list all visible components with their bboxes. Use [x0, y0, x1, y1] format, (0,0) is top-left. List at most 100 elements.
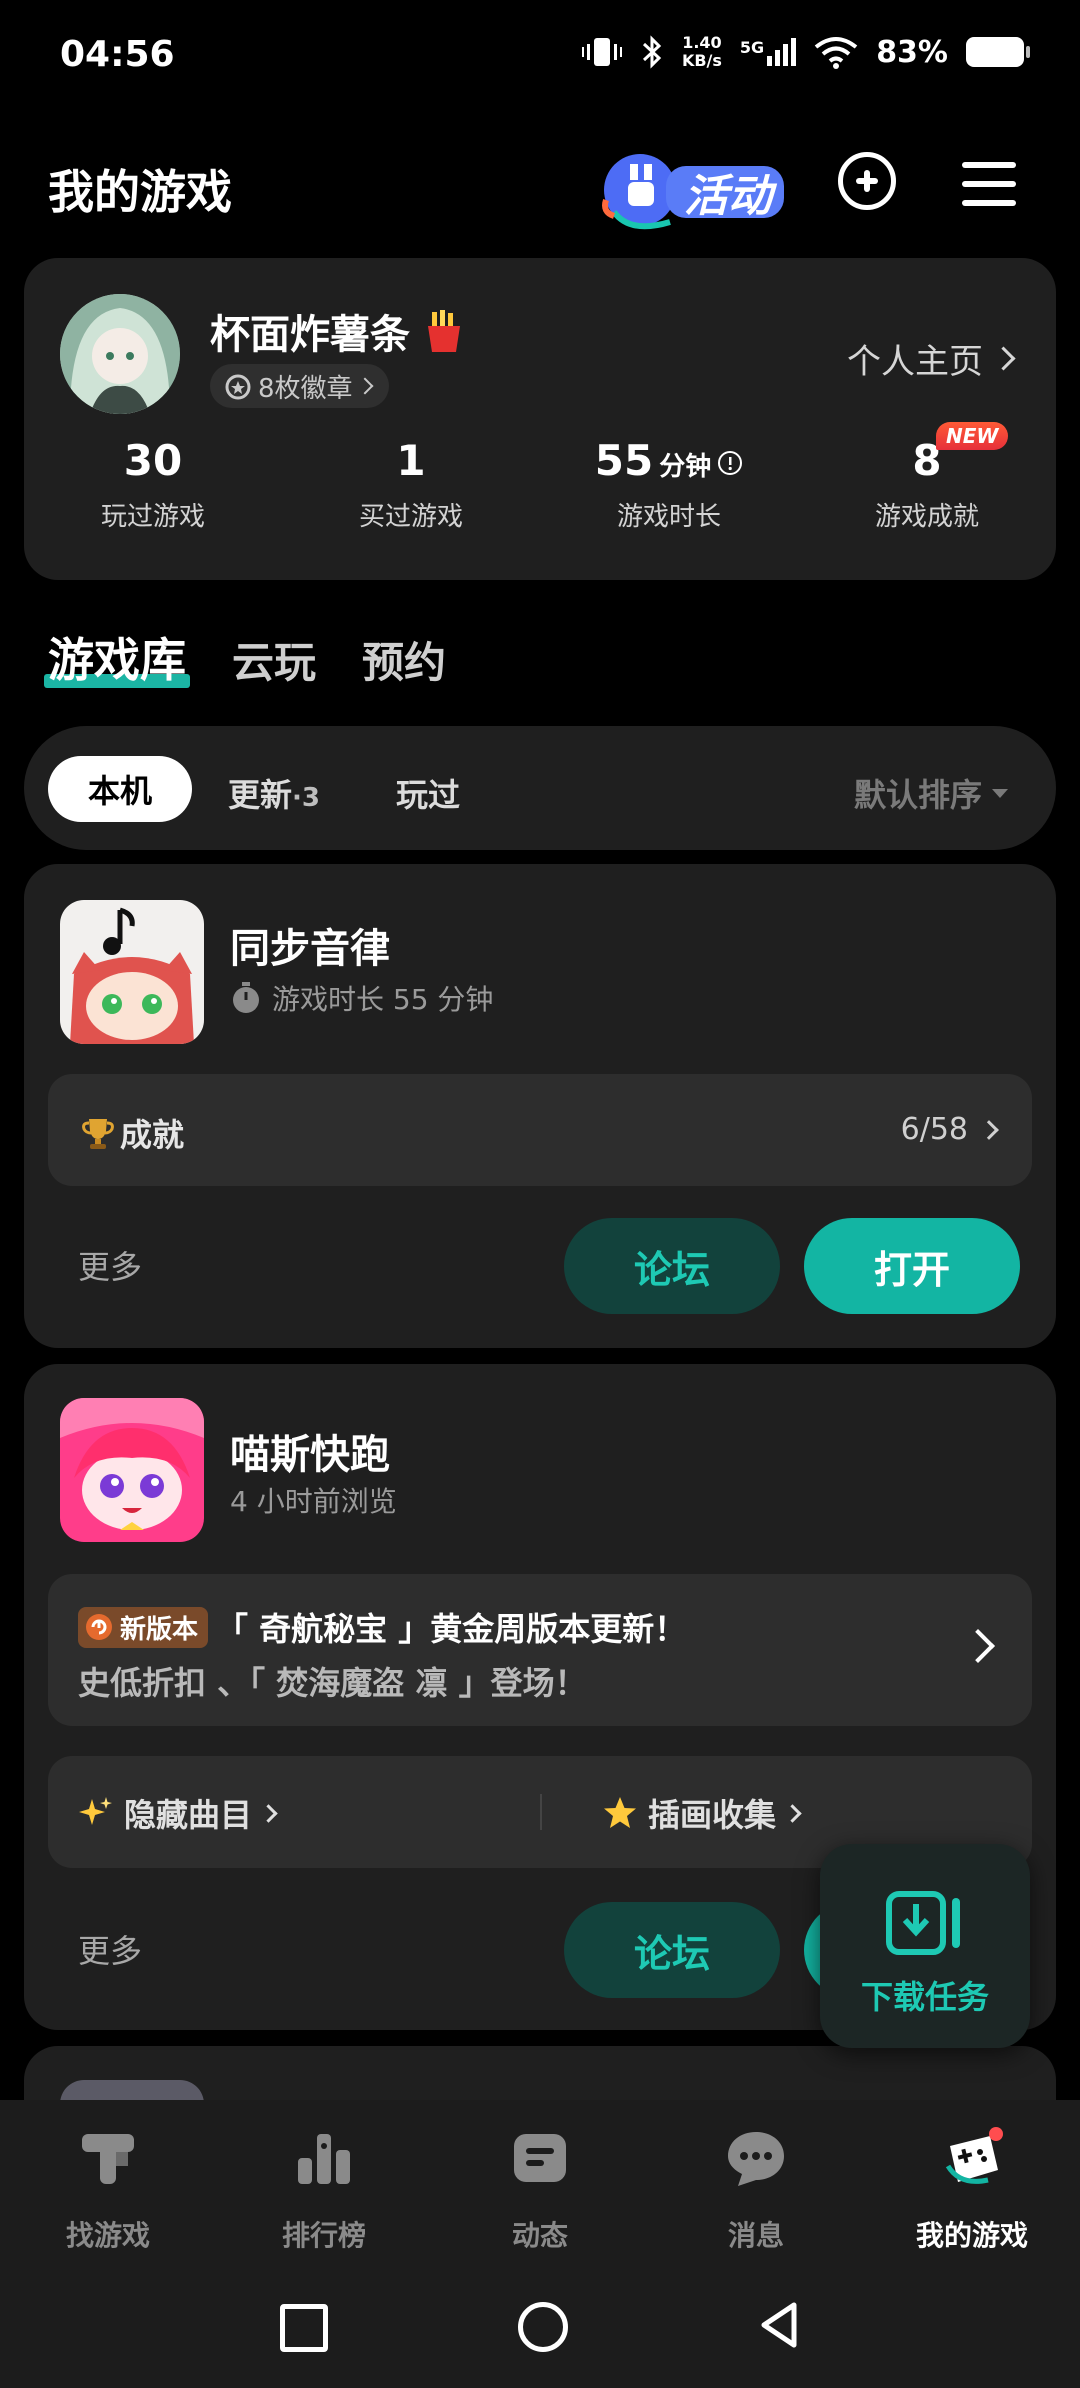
tab-reservations[interactable]: 预约	[362, 629, 446, 690]
illustration-collection-label: 插画收集	[648, 1796, 777, 1834]
game-cover-icon	[60, 900, 204, 1044]
more-button[interactable]: 更多	[78, 1242, 142, 1288]
game-icon[interactable]	[60, 900, 204, 1044]
stat-label: 游戏成就	[874, 502, 979, 532]
forum-button[interactable]: 论坛	[564, 1902, 780, 1998]
back-icon[interactable]	[756, 2300, 802, 2350]
stat-play-time[interactable]: 55 分钟 游戏时长	[540, 436, 798, 556]
stat-value: 55	[594, 436, 654, 485]
download-icon	[886, 1891, 960, 1955]
home-icon[interactable]	[518, 2302, 568, 2352]
battery-percent: 83%	[876, 34, 948, 70]
nav-feed[interactable]: 动态	[432, 2100, 648, 2270]
badges-button[interactable]: 8枚徽章	[210, 364, 389, 408]
status-bar: 04:56 1.40 KB/s 5G 83%	[0, 0, 1080, 110]
stat-games-bought[interactable]: 1 买过游戏	[282, 436, 540, 556]
game-playtime: 游戏时长 55 分钟	[230, 978, 493, 1018]
stat-label: 玩过游戏	[100, 502, 205, 532]
avatar[interactable]	[60, 294, 180, 414]
update-title-row: 新版本 「 奇航秘宝 」黄金周版本更新！	[78, 1604, 686, 1650]
nav-label: 消息	[727, 2219, 784, 2252]
sparkles-icon	[79, 1797, 112, 1825]
download-tasks-button[interactable]: 下载任务	[820, 1844, 1030, 2048]
chevron-right-icon	[783, 1803, 802, 1823]
achievement-label: 成就	[80, 1110, 184, 1156]
divider	[540, 1794, 542, 1830]
status-icons: 1.40 KB/s 5G 83%	[581, 34, 1030, 70]
menu-icon[interactable]	[962, 162, 1016, 206]
refresh-icon	[86, 1614, 112, 1640]
stat-achievements[interactable]: 8 NEW 游戏成就	[798, 422, 1056, 556]
update-title: 「 奇航秘宝 」黄金周版本更新！	[216, 1610, 687, 1648]
forum-button[interactable]: 论坛	[564, 1218, 780, 1314]
nav-find-games[interactable]: 找游戏	[0, 2100, 216, 2270]
game-title: 同步音律	[230, 926, 390, 972]
filter-local[interactable]: 本机	[48, 756, 192, 822]
game-card: 同步音律 游戏时长 55 分钟 成就 6/58 更多 论坛 打开	[24, 864, 1056, 1348]
star-icon	[604, 1797, 636, 1828]
nav-label: 动态	[511, 2219, 568, 2252]
caret-down-icon	[992, 788, 1008, 798]
homepage-label: 个人主页	[847, 342, 983, 382]
new-tag: NEW	[936, 422, 1009, 450]
update-banner[interactable]: 新版本 「 奇航秘宝 」黄金周版本更新！ 史低折扣 、「 焚海魔盗 凛 」登场！	[48, 1574, 1032, 1726]
stat-value: 1	[396, 436, 426, 485]
update-count: ·3	[292, 783, 320, 813]
badges-label: 8枚徽章	[258, 373, 353, 404]
download-tasks-label: 下载任务	[860, 1978, 989, 2016]
open-button[interactable]: 打开	[804, 1218, 1020, 1314]
username: 杯面炸薯条	[210, 302, 464, 360]
message-icon	[728, 2132, 784, 2186]
nav-label: 我的游戏	[915, 2219, 1028, 2252]
username-text: 杯面炸薯条	[210, 312, 410, 358]
tab-library[interactable]: 游戏库	[44, 624, 190, 690]
system-nav-bar	[0, 2270, 1080, 2388]
net-speed-value: 1.40	[682, 33, 722, 52]
chevron-right-icon	[979, 1119, 999, 1140]
event-label: 活动	[684, 171, 772, 222]
add-icon[interactable]	[838, 152, 896, 210]
recents-icon[interactable]	[280, 2304, 328, 2352]
game-icon[interactable]	[60, 1398, 204, 1542]
new-version-tag: 新版本	[78, 1606, 209, 1648]
game-title: 喵斯快跑	[230, 1432, 390, 1478]
medal-icon	[225, 374, 251, 400]
fries-icon	[427, 310, 460, 352]
playtime-text: 游戏时长 55 分钟	[272, 983, 494, 1016]
stat-label: 游戏时长	[616, 502, 721, 532]
battery-icon	[966, 37, 1030, 67]
stat-unit: 分钟	[659, 452, 712, 482]
more-button[interactable]: 更多	[78, 1926, 142, 1972]
network-type: 5G	[739, 38, 765, 57]
nav-rankings[interactable]: 排行榜	[216, 2100, 432, 2270]
chevron-right-icon	[991, 346, 1016, 371]
stat-games-played[interactable]: 30 玩过游戏	[24, 436, 282, 556]
update-desc: 史低折扣 、「 焚海魔盗 凛 」登场！	[78, 1664, 587, 1702]
chevron-right-icon	[356, 377, 374, 395]
event-button[interactable]: 活动	[600, 142, 790, 234]
vibrate-icon	[581, 38, 622, 66]
achievement-progress: 6/58	[900, 1112, 999, 1147]
sort-dropdown[interactable]: 默认排序	[854, 770, 1008, 816]
chevron-right-icon	[961, 1629, 995, 1663]
trophy-icon	[82, 1119, 114, 1149]
achievement-text: 成就	[120, 1116, 185, 1154]
tab-cloud-play[interactable]: 云玩	[232, 629, 316, 690]
illustration-collection-link[interactable]: 插画收集	[602, 1790, 802, 1836]
hidden-songs-link[interactable]: 隐藏曲目	[78, 1790, 278, 1836]
homepage-link[interactable]: 个人主页	[847, 334, 1016, 383]
feed-icon	[514, 2134, 566, 2182]
nav-my-games[interactable]: 我的游戏	[864, 2100, 1080, 2270]
achievement-count: 6/58	[900, 1112, 968, 1147]
library-tabs: 游戏库 云玩 预约	[44, 624, 446, 690]
wifi-icon	[814, 37, 858, 69]
info-icon[interactable]	[717, 450, 743, 476]
stat-label: 买过游戏	[358, 502, 463, 532]
game-cover-icon	[60, 1398, 204, 1542]
achievement-row[interactable]: 成就 6/58	[48, 1074, 1032, 1186]
nav-messages[interactable]: 消息	[648, 2100, 864, 2270]
net-speed: 1.40 KB/s	[682, 34, 722, 70]
bluetooth-icon	[642, 35, 662, 69]
filter-played[interactable]: 玩过	[396, 770, 460, 816]
filter-updates[interactable]: 更新·3	[228, 770, 320, 816]
